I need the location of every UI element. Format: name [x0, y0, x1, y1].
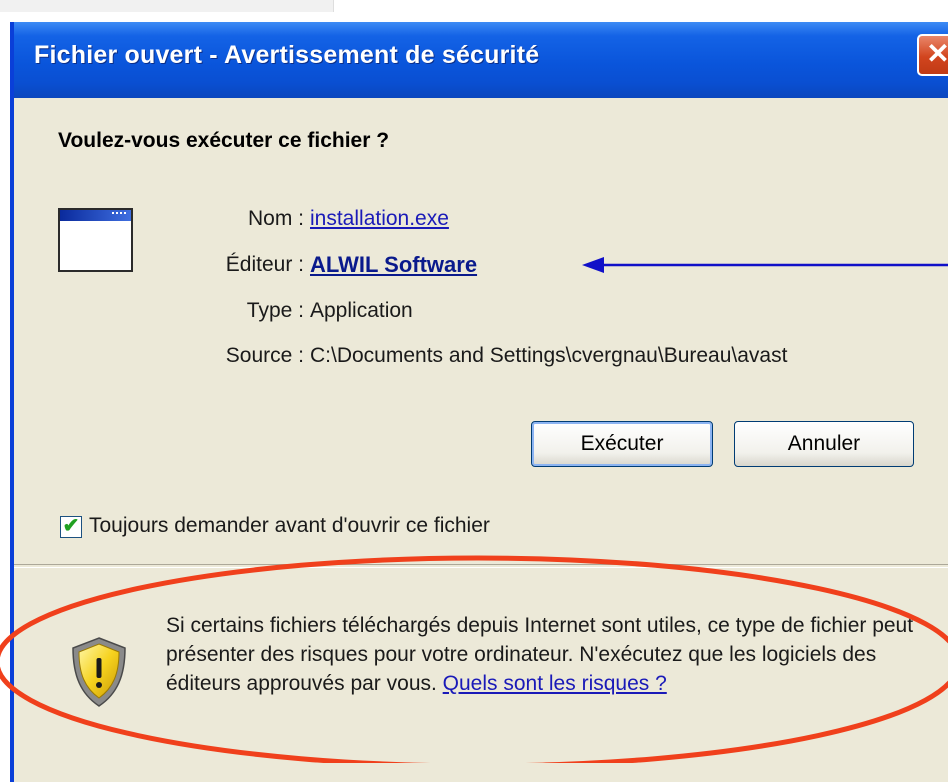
run-button[interactable]: Exécuter [531, 421, 713, 467]
name-value: installation.exe [310, 207, 449, 231]
warning-shield-icon [72, 637, 126, 707]
always-ask-label[interactable]: Toujours demander avant d'ouvrir ce fich… [89, 514, 490, 538]
security-warning-dialog: Fichier ouvert - Avertissement de sécuri… [10, 22, 948, 782]
warning-message: Si certains fichiers téléchargés depuis … [166, 611, 936, 698]
close-icon: ✕ [926, 38, 948, 69]
dialog-question: Voulez-vous exécuter ce fichier ? [58, 129, 390, 152]
title-bar[interactable]: Fichier ouvert - Avertissement de sécuri… [14, 22, 948, 98]
publisher-value: ALWIL Software [310, 252, 477, 278]
section-divider [14, 564, 948, 568]
file-name-link[interactable]: installation.exe [310, 207, 449, 230]
cancel-button[interactable]: Annuler [734, 421, 914, 467]
close-button[interactable]: ✕ [917, 34, 948, 76]
type-value: Application [310, 299, 413, 322]
risks-link[interactable]: Quels sont les risques ? [443, 672, 667, 695]
always-ask-checkbox[interactable]: ✔ [60, 516, 82, 538]
source-value: C:\Documents and Settings\cvergnau\Burea… [310, 344, 788, 367]
publisher-label: Éditeur : [225, 253, 304, 276]
name-label: Nom : [247, 207, 304, 230]
source-label: Source : [225, 344, 304, 367]
checkmark-icon: ✔ [62, 515, 80, 537]
application-window-icon [58, 208, 133, 272]
background-strip [0, 0, 334, 12]
window-title: Fichier ouvert - Avertissement de sécuri… [34, 41, 540, 69]
publisher-link[interactable]: ALWIL Software [310, 252, 477, 277]
type-label: Type : [246, 299, 304, 322]
